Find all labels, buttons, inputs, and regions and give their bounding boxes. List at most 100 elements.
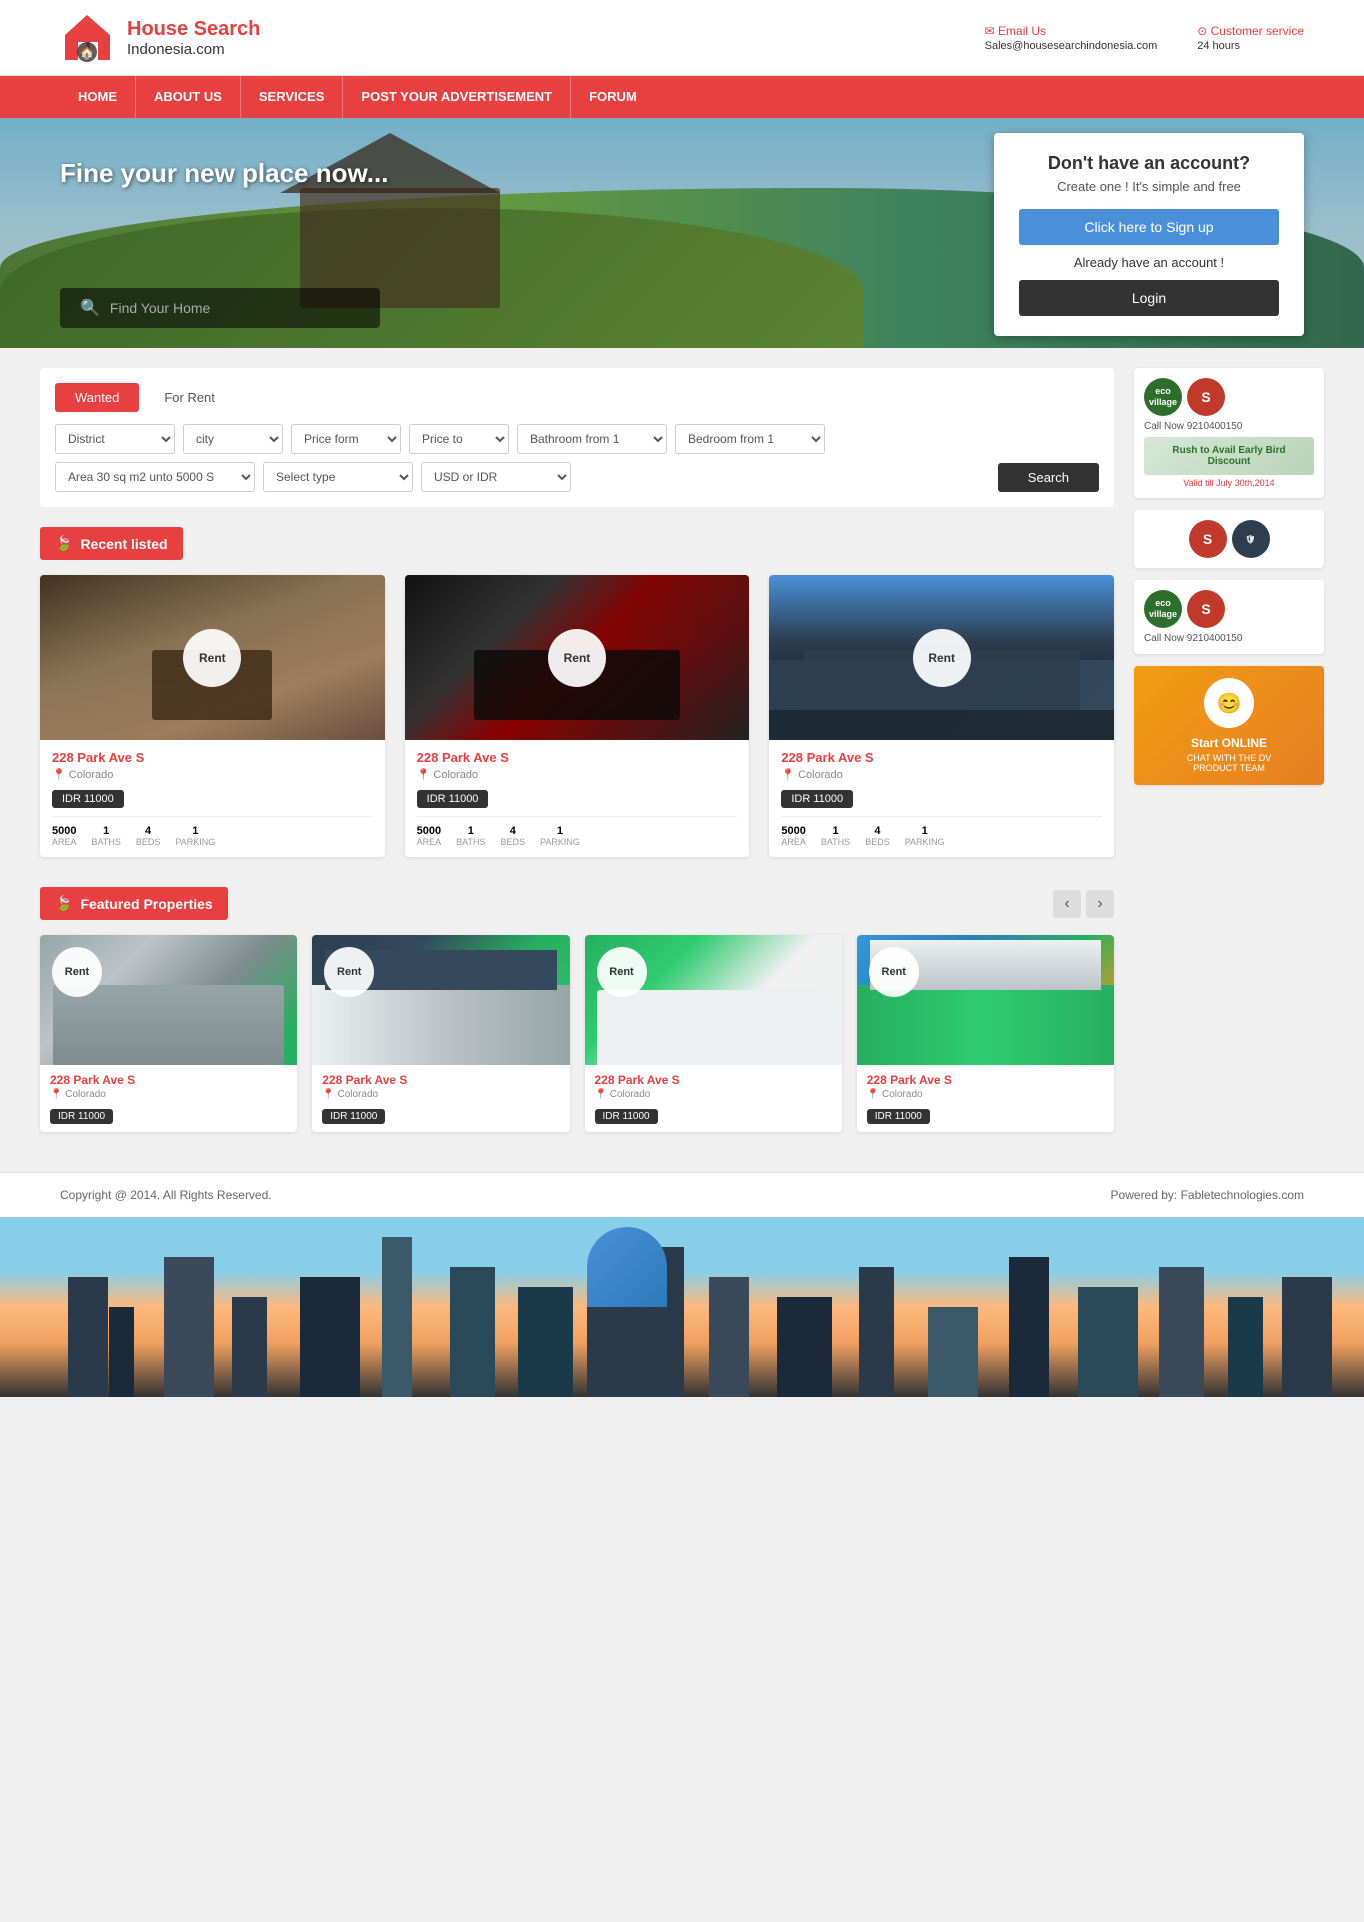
stat-beds-3: 4BEDS — [865, 825, 890, 847]
customer-service: ⊙ Customer service 24 hours — [1197, 24, 1304, 52]
stat-beds-2: 4BEDS — [501, 825, 526, 847]
logo-area: 🏠 House Search Indonesia.com — [60, 10, 260, 65]
signup-subtitle: Create one ! It's simple and free — [1019, 179, 1279, 194]
main-wrapper: Wanted For Rent District city Price form… — [0, 348, 1364, 1172]
property-card[interactable]: Rent 228 Park Ave S 📍 Colorado IDR 11000… — [769, 575, 1114, 857]
property-address-3: 228 Park Ave S — [781, 750, 1102, 765]
rent-badge-2: Rent — [548, 629, 606, 687]
stat-parking-2: 1PARKING — [540, 825, 580, 847]
rent-badge-3: Rent — [913, 629, 971, 687]
rent-badge-f4: Rent — [869, 947, 919, 997]
recent-listed-header: 🍃 Recent listed — [40, 527, 183, 560]
district-select[interactable]: District — [55, 424, 175, 454]
signup-title: Don't have an account? — [1019, 153, 1279, 174]
price-from-select[interactable]: Price form — [291, 424, 401, 454]
nav-services[interactable]: SERVICES — [241, 76, 344, 118]
property-stats-2: 5000AREA 1BATHS 4BEDS 1PARKING — [417, 816, 738, 847]
navigation: HOME ABOUT US SERVICES POST YOUR ADVERTI… — [0, 76, 1364, 118]
featured-image-2: Rent — [312, 935, 569, 1065]
property-card[interactable]: Rent 228 Park Ave S 📍 Colorado IDR 11000… — [40, 575, 385, 857]
property-address-2: 228 Park Ave S — [417, 750, 738, 765]
email-label: Email Us — [998, 24, 1046, 38]
sidebar-ad-3[interactable]: ecovillage S Call Now 9210400150 — [1134, 580, 1324, 654]
property-info: 228 Park Ave S 📍 Colorado IDR 11000 5000… — [40, 740, 385, 857]
search-button[interactable]: Search — [998, 463, 1099, 492]
currency-select[interactable]: USD or IDR — [421, 462, 571, 492]
sidebar-ad-1[interactable]: ecovillage S Call Now 9210400150 Rush to… — [1134, 368, 1324, 498]
sidebar-ad-2[interactable]: S 🛡 — [1134, 510, 1324, 568]
next-arrow[interactable]: › — [1086, 890, 1114, 918]
price-tag: IDR 11000 — [52, 790, 124, 808]
search-icon: 🔍 — [80, 298, 100, 318]
email-value[interactable]: Sales@housesearchindonesia.com — [985, 40, 1158, 52]
rent-badge-1: Rent — [183, 629, 241, 687]
featured-title-block: 🍃 Featured Properties — [40, 887, 228, 920]
logo-icon: 🏠 — [60, 10, 115, 65]
contact-area: ✉ Email Us Sales@housesearchindonesia.co… — [985, 24, 1304, 52]
nav-home[interactable]: HOME — [60, 76, 136, 118]
hero-search-text: Find Your Home — [110, 300, 210, 316]
property-card[interactable]: Rent 228 Park Ave S 📍 Colorado IDR 11000… — [405, 575, 750, 857]
price-tag-2: IDR 11000 — [417, 790, 489, 808]
rent-badge-f3: Rent — [597, 947, 647, 997]
featured-image-4: Rent — [857, 935, 1114, 1065]
sidebar: ecovillage S Call Now 9210400150 Rush to… — [1134, 368, 1324, 1152]
footer-copyright: Copyright @ 2014. All Rights Reserved. — [60, 1188, 272, 1202]
featured-nav-arrows: ‹ › — [1053, 890, 1114, 918]
stat-baths: 1BATHS — [92, 825, 121, 847]
featured-card-3[interactable]: Rent 228 Park Ave S 📍 Colorado IDR 11000 — [585, 935, 842, 1132]
tab-wanted[interactable]: Wanted — [55, 383, 139, 412]
login-button[interactable]: Login — [1019, 280, 1279, 316]
featured-card-1[interactable]: Rent 228 Park Ave S 📍 Colorado IDR 11000 — [40, 935, 297, 1132]
property-stats: 5000AREA 1BATHS 4BEDS 1PARKING — [52, 816, 373, 847]
nav-forum[interactable]: FORUM — [571, 76, 655, 118]
recent-listed-title: Recent listed — [80, 536, 167, 552]
property-location: 📍 Colorado — [52, 768, 373, 781]
service-value: 24 hours — [1197, 40, 1304, 52]
stat-baths-3: 1BATHS — [821, 825, 850, 847]
property-info-2: 228 Park Ave S 📍 Colorado IDR 11000 5000… — [405, 740, 750, 857]
signup-button[interactable]: Click here to Sign up — [1019, 209, 1279, 245]
stat-area-2: 5000AREA — [417, 825, 442, 847]
stat-area: 5000AREA — [52, 825, 77, 847]
hero-search-bar[interactable]: 🔍 Find Your Home — [60, 288, 380, 328]
nav-post-ad[interactable]: POST YOUR ADVERTISEMENT — [343, 76, 571, 118]
prev-arrow[interactable]: ‹ — [1053, 890, 1081, 918]
stat-area-3: 5000AREA — [781, 825, 806, 847]
search-panel: Wanted For Rent District city Price form… — [40, 368, 1114, 507]
main-content: Wanted For Rent District city Price form… — [40, 368, 1114, 1152]
price-to-select[interactable]: Price to — [409, 424, 509, 454]
area-select[interactable]: Area 30 sq m2 unto 5000 Sq — [55, 462, 255, 492]
featured-title: Featured Properties — [80, 896, 212, 912]
type-select[interactable]: Select type — [263, 462, 413, 492]
property-stats-3: 5000AREA 1BATHS 4BEDS 1PARKING — [781, 816, 1102, 847]
sidebar-ad-4[interactable]: 😊 Start ONLINE CHAT WITH THE DVPRODUCT T… — [1134, 666, 1324, 785]
hero-tagline: Fine your new place now... — [60, 158, 388, 188]
property-image-3: Rent — [769, 575, 1114, 740]
recent-listed-section: 🍃 Recent listed Rent 228 Park Ave S — [40, 527, 1114, 857]
recent-properties-grid: Rent 228 Park Ave S 📍 Colorado IDR 11000… — [40, 575, 1114, 857]
stat-parking-3: 1PARKING — [905, 825, 945, 847]
hero-section: Fine your new place now... 🔍 Find Your H… — [0, 118, 1364, 348]
featured-card-2[interactable]: Rent 228 Park Ave S 📍 Colorado IDR 11000 — [312, 935, 569, 1132]
signup-box: Don't have an account? Create one ! It's… — [994, 133, 1304, 336]
svg-text:🏠: 🏠 — [80, 46, 95, 60]
bathroom-select[interactable]: Bathroom from 1 — [517, 424, 667, 454]
property-location-3: 📍 Colorado — [781, 768, 1102, 781]
logo-text: House Search Indonesia.com — [127, 18, 260, 58]
bedroom-select[interactable]: Bedroom from 1 — [675, 424, 825, 454]
city-skyline — [0, 1217, 1364, 1397]
city-select[interactable]: city — [183, 424, 283, 454]
featured-image-1: Rent — [40, 935, 297, 1065]
nav-about[interactable]: ABOUT US — [136, 76, 241, 118]
property-image: Rent — [40, 575, 385, 740]
logo-title: House Search — [127, 18, 260, 41]
featured-header: 🍃 Featured Properties ‹ › — [40, 887, 1114, 920]
search-row-2: Area 30 sq m2 unto 5000 Sq Select type U… — [55, 462, 1099, 492]
tab-for-rent[interactable]: For Rent — [144, 383, 235, 412]
featured-grid: Rent 228 Park Ave S 📍 Colorado IDR 11000… — [40, 935, 1114, 1132]
rent-badge-f1: Rent — [52, 947, 102, 997]
featured-card-4[interactable]: Rent 228 Park Ave S 📍 Colorado IDR 11000 — [857, 935, 1114, 1132]
header: 🏠 House Search Indonesia.com ✉ Email Us … — [0, 0, 1364, 76]
stat-beds: 4BEDS — [136, 825, 161, 847]
